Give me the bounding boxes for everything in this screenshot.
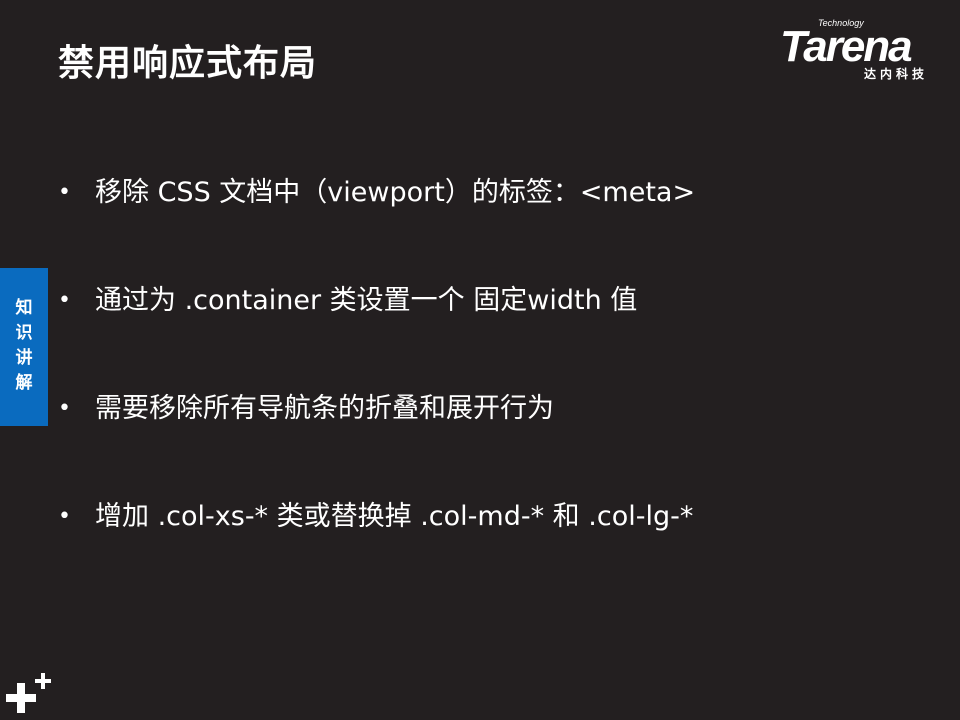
logo-technology: Technology (818, 18, 864, 28)
slide-title: 禁用响应式布局 (58, 43, 318, 84)
bullet-text: 通过为 .container 类设置一个 固定width 值 (95, 285, 638, 316)
bullet-marker: • (58, 180, 71, 205)
side-tab-knowledge: 知 识 讲 解 (0, 268, 48, 426)
bullet-marker: • (58, 396, 71, 421)
side-tab-char: 知 (15, 298, 33, 318)
side-tab-label: 知 识 讲 解 (0, 296, 48, 396)
logo-chinese: 达内科技 (864, 67, 929, 81)
bullet-item: • 通过为 .container 类设置一个 固定width 值 (58, 276, 938, 326)
plus-decoration-icon (6, 673, 51, 713)
side-tab-char: 解 (15, 373, 33, 393)
side-tab-char: 讲 (15, 348, 33, 368)
bullet-item: • 增加 .col-xs-* 类或替换掉 .col-md-* 和 .col-lg… (58, 492, 938, 542)
bullet-text: 移除 CSS 文档中（viewport）的标签：<meta> (95, 177, 696, 208)
bullet-text: 需要移除所有导航条的折叠和展开行为 (95, 393, 554, 424)
bullet-text: 增加 .col-xs-* 类或替换掉 .col-md-* 和 .col-lg-* (95, 501, 694, 532)
tarena-logo: Tarena Technology 达内科技 (780, 18, 946, 82)
bullet-marker: • (58, 288, 71, 313)
side-tab-char: 识 (15, 323, 33, 343)
bullet-item: • 需要移除所有导航条的折叠和展开行为 (58, 384, 938, 434)
bullet-marker: • (58, 504, 71, 529)
slide: 禁用响应式布局 Tarena Technology 达内科技 知 识 讲 解 •… (0, 0, 960, 720)
bullet-item: • 移除 CSS 文档中（viewport）的标签：<meta> (58, 168, 938, 218)
